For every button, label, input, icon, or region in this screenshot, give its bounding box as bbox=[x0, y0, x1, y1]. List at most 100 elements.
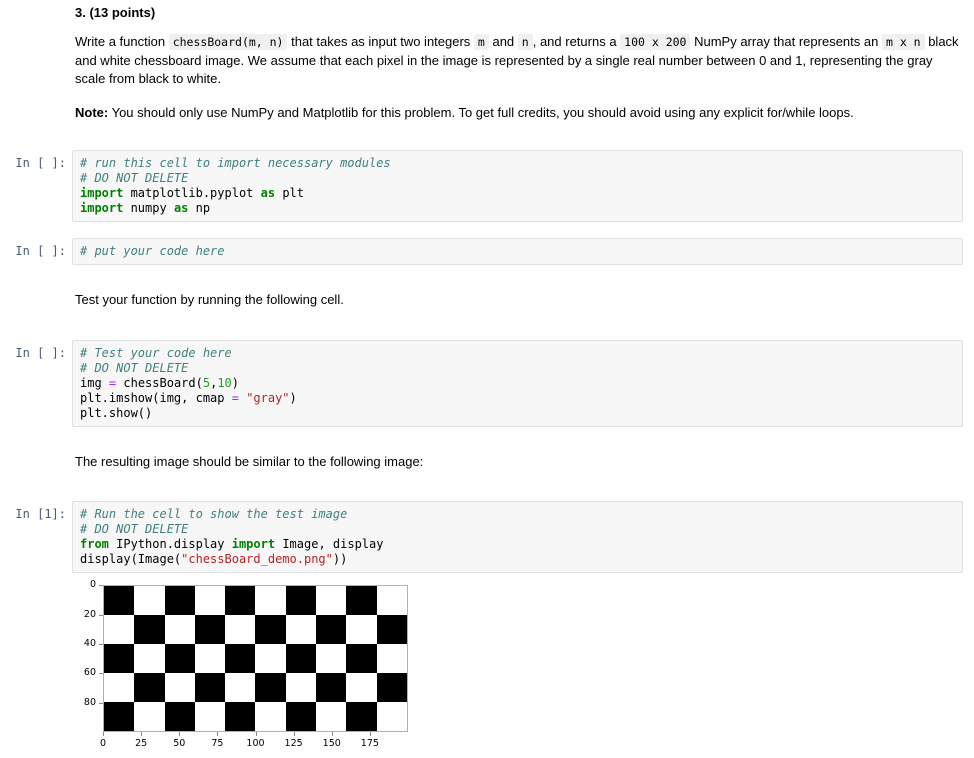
code-input-area[interactable]: # Run the cell to show the test image # … bbox=[72, 501, 963, 574]
problem-statement-cell: 3. (13 points) Write a function chessBoa… bbox=[0, 4, 974, 122]
cell-prompt: In [ ]: bbox=[15, 244, 66, 259]
code-content[interactable]: # run this cell to import necessary modu… bbox=[80, 156, 956, 216]
code-cell-your-code[interactable]: In [ ]: # put your code here bbox=[0, 238, 974, 266]
problem-description: Write a function chessBoard(m, n) that t… bbox=[75, 33, 960, 88]
y-tick-label: 80 bbox=[83, 696, 96, 708]
code-keyword-as: as bbox=[260, 186, 276, 201]
chessboard-square bbox=[134, 586, 165, 616]
code-line-comment: # Test your code here bbox=[80, 345, 232, 360]
chessboard-square bbox=[346, 644, 377, 674]
chessboard-square bbox=[316, 702, 347, 732]
chessboard-square bbox=[376, 702, 407, 732]
code-content[interactable]: # Test your code here # DO NOT DELETE im… bbox=[80, 346, 956, 421]
notebook-container: 3. (13 points) Write a function chessBoa… bbox=[0, 0, 974, 758]
x-tick-label: 25 bbox=[135, 738, 148, 750]
code-content[interactable]: # Run the cell to show the test image # … bbox=[80, 507, 956, 567]
result-instruction-text: The resulting image should be similar to… bbox=[75, 453, 424, 469]
chessboard-square bbox=[316, 644, 347, 674]
y-tick-mark bbox=[99, 585, 103, 587]
chessboard-square bbox=[316, 673, 347, 703]
x-tick-label: 150 bbox=[322, 738, 341, 750]
y-tick-mark bbox=[99, 643, 103, 645]
code-keyword-from: from bbox=[80, 537, 109, 552]
chessboard-square bbox=[316, 615, 347, 645]
chessboard-square bbox=[285, 644, 317, 674]
chessboard-square bbox=[255, 702, 286, 732]
y-tick-label: 20 bbox=[83, 608, 96, 620]
cell-output-area: 0 20 40 60 80 0 25 50 75 100 125 150 175 bbox=[0, 573, 974, 758]
x-tick-mark bbox=[179, 732, 181, 737]
chessboard-square bbox=[285, 615, 317, 645]
code-punct: ) bbox=[289, 390, 297, 405]
chessboard-square bbox=[285, 702, 317, 732]
problem-text-5: NumPy array that represents an bbox=[690, 34, 882, 50]
code-module-name: IPython.display bbox=[108, 537, 232, 552]
chessboard-figure: 0 20 40 60 80 0 25 50 75 100 125 150 175 bbox=[72, 579, 412, 758]
chessboard-square bbox=[104, 615, 135, 645]
chessboard-square bbox=[104, 644, 135, 674]
chessboard-square bbox=[194, 644, 226, 674]
chessboard-square bbox=[285, 586, 317, 616]
chessboard-square bbox=[164, 615, 195, 645]
result-instruction-cell: The resulting image should be similar to… bbox=[0, 439, 974, 485]
problem-text-1: Write a function bbox=[75, 34, 169, 50]
code-module-name: numpy bbox=[123, 201, 174, 216]
code-cell-test[interactable]: In [ ]: # Test your code here # DO NOT D… bbox=[0, 339, 974, 427]
chessboard-square bbox=[104, 586, 135, 616]
code-input-area[interactable]: # put your code here bbox=[72, 238, 963, 266]
x-tick-mark bbox=[255, 732, 257, 737]
code-call: plt.imshow(img, cmap bbox=[80, 390, 232, 405]
note-label: Note: bbox=[75, 104, 109, 120]
code-input-area[interactable]: # Test your code here # DO NOT DELETE im… bbox=[72, 339, 963, 427]
y-tick-label: 60 bbox=[83, 667, 96, 679]
chessboard-square bbox=[134, 702, 165, 732]
test-instruction-cell: Test your function by running the follow… bbox=[0, 277, 974, 323]
code-string: "chessBoard_demo.png" bbox=[181, 552, 333, 567]
x-tick-label: 175 bbox=[360, 738, 379, 750]
code-variable: img bbox=[80, 375, 109, 390]
code-input-area[interactable]: # run this cell to import necessary modu… bbox=[72, 150, 963, 223]
problem-note: Note: You should only use NumPy and Matp… bbox=[75, 104, 960, 122]
x-tick-label: 100 bbox=[246, 738, 265, 750]
chessboard-square bbox=[346, 673, 377, 703]
chessboard-square bbox=[194, 673, 226, 703]
code-line-comment: # DO NOT DELETE bbox=[80, 522, 189, 537]
code-content[interactable]: # put your code here bbox=[80, 244, 956, 259]
page-title: 3. (13 points) bbox=[75, 5, 156, 20]
problem-text-4: , and returns a bbox=[532, 34, 621, 50]
y-tick-mark bbox=[99, 702, 103, 704]
inline-code-mxn: m x n bbox=[881, 34, 925, 51]
code-call: chessBoard( bbox=[116, 375, 203, 390]
chessboard-grid bbox=[104, 586, 407, 732]
code-imported-names: Image, display bbox=[275, 537, 384, 552]
chessboard-square bbox=[164, 673, 195, 703]
code-number: 5 bbox=[202, 375, 211, 390]
chessboard-square bbox=[225, 586, 256, 616]
code-keyword-import: import bbox=[231, 537, 276, 552]
code-punct: )) bbox=[332, 552, 348, 567]
y-tick-mark bbox=[99, 673, 103, 675]
chessboard-square bbox=[346, 586, 377, 616]
inline-code-signature: chessBoard(m, n) bbox=[168, 34, 288, 51]
code-module-name: matplotlib.pyplot bbox=[123, 186, 261, 201]
y-tick-label: 40 bbox=[83, 637, 96, 649]
chessboard-square bbox=[134, 615, 165, 645]
x-tick-label: 75 bbox=[211, 738, 224, 750]
x-tick-mark bbox=[331, 732, 333, 737]
chessboard-square bbox=[194, 615, 226, 645]
cell-prompt: In [ ]: bbox=[15, 345, 66, 360]
inline-code-m: m bbox=[473, 34, 489, 51]
chessboard-square bbox=[346, 615, 377, 645]
code-line-comment: # Run the cell to show the test image bbox=[80, 507, 348, 522]
code-cell-imports[interactable]: In [ ]: # run this cell to import necess… bbox=[0, 150, 974, 223]
code-number: 10 bbox=[217, 375, 232, 390]
code-string: "gray" bbox=[246, 390, 290, 405]
code-line-comment: # run this cell to import necessary modu… bbox=[80, 156, 391, 171]
x-tick-label: 50 bbox=[173, 738, 186, 750]
chessboard-square bbox=[376, 586, 407, 616]
code-cell-show-image[interactable]: In [1]: # Run the cell to show the test … bbox=[0, 501, 974, 574]
code-line-comment: # put your code here bbox=[80, 244, 225, 259]
code-operator: = bbox=[231, 390, 239, 405]
x-tick-label: 0 bbox=[99, 738, 107, 750]
chessboard-square bbox=[134, 644, 165, 674]
